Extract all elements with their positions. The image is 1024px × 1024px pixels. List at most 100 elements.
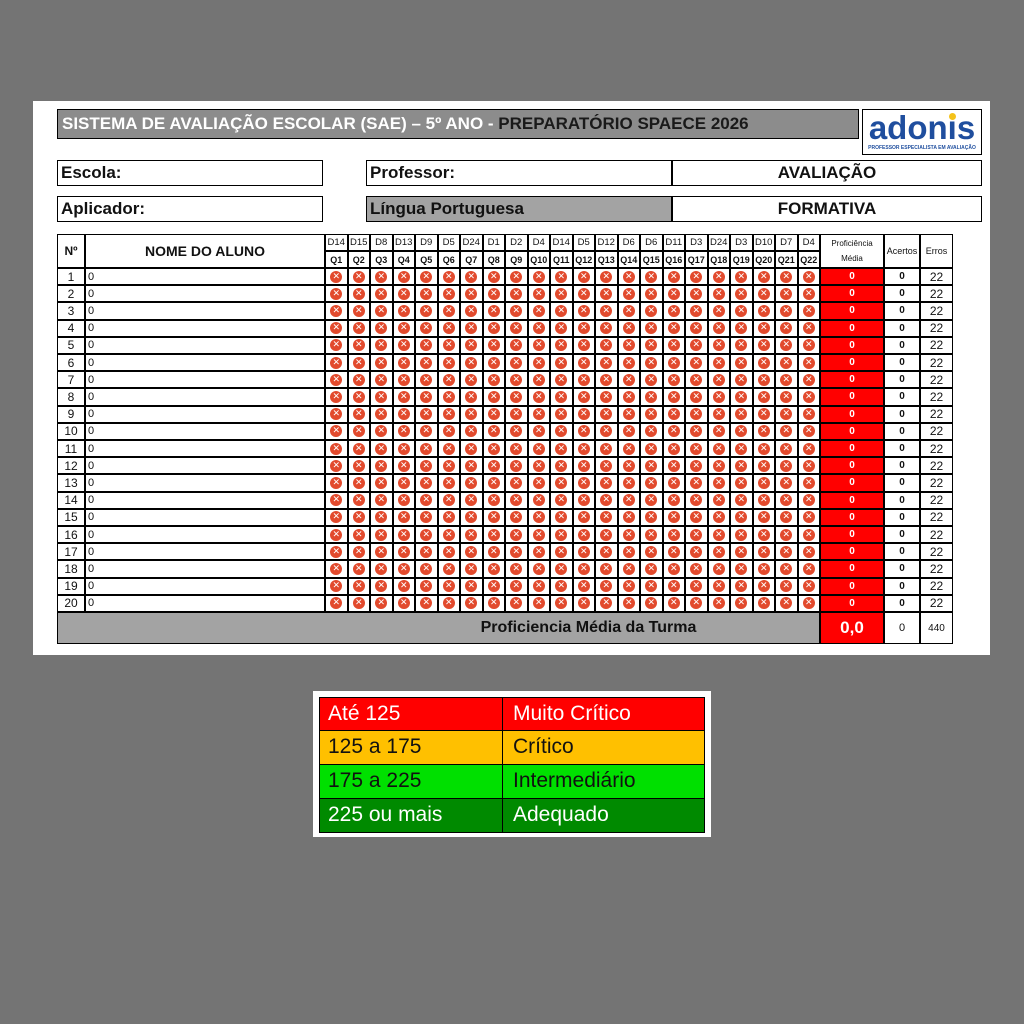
answer-cell[interactable]: ✕ xyxy=(730,508,753,526)
answer-cell[interactable]: ✕ xyxy=(437,268,460,286)
answer-cell[interactable]: ✕ xyxy=(775,526,798,544)
student-name-cell[interactable]: 0 xyxy=(85,285,325,303)
answer-cell[interactable]: ✕ xyxy=(527,560,550,578)
answer-cell[interactable]: ✕ xyxy=(572,508,595,526)
answer-cell[interactable]: ✕ xyxy=(595,577,618,595)
answer-cell[interactable]: ✕ xyxy=(617,319,640,337)
answer-cell[interactable]: ✕ xyxy=(325,440,348,458)
student-name-cell[interactable]: 0 xyxy=(85,526,325,544)
answer-cell[interactable]: ✕ xyxy=(707,268,730,286)
answer-cell[interactable]: ✕ xyxy=(392,508,415,526)
answer-cell[interactable]: ✕ xyxy=(662,577,685,595)
answer-cell[interactable]: ✕ xyxy=(595,285,618,303)
answer-cell[interactable]: ✕ xyxy=(460,560,483,578)
answer-cell[interactable]: ✕ xyxy=(775,422,798,440)
answer-cell[interactable]: ✕ xyxy=(572,302,595,320)
answer-cell[interactable]: ✕ xyxy=(595,422,618,440)
answer-cell[interactable]: ✕ xyxy=(730,526,753,544)
answer-cell[interactable]: ✕ xyxy=(707,577,730,595)
answer-cell[interactable]: ✕ xyxy=(617,526,640,544)
answer-cell[interactable]: ✕ xyxy=(640,474,663,492)
answer-cell[interactable]: ✕ xyxy=(325,543,348,561)
answer-cell[interactable]: ✕ xyxy=(460,302,483,320)
answer-cell[interactable]: ✕ xyxy=(617,577,640,595)
answer-cell[interactable]: ✕ xyxy=(617,336,640,354)
answer-cell[interactable]: ✕ xyxy=(370,319,393,337)
answer-cell[interactable]: ✕ xyxy=(752,474,775,492)
answer-cell[interactable]: ✕ xyxy=(572,491,595,509)
answer-cell[interactable]: ✕ xyxy=(617,422,640,440)
answer-cell[interactable]: ✕ xyxy=(482,543,505,561)
answer-cell[interactable]: ✕ xyxy=(415,302,438,320)
aplicador-field[interactable]: Aplicador: xyxy=(57,196,323,222)
answer-cell[interactable]: ✕ xyxy=(752,422,775,440)
answer-cell[interactable]: ✕ xyxy=(415,336,438,354)
answer-cell[interactable]: ✕ xyxy=(640,543,663,561)
answer-cell[interactable]: ✕ xyxy=(527,440,550,458)
answer-cell[interactable]: ✕ xyxy=(392,371,415,389)
answer-cell[interactable]: ✕ xyxy=(572,354,595,372)
answer-cell[interactable]: ✕ xyxy=(392,474,415,492)
answer-cell[interactable]: ✕ xyxy=(527,526,550,544)
answer-cell[interactable]: ✕ xyxy=(325,302,348,320)
answer-cell[interactable]: ✕ xyxy=(370,560,393,578)
answer-cell[interactable]: ✕ xyxy=(662,508,685,526)
answer-cell[interactable]: ✕ xyxy=(550,422,573,440)
answer-cell[interactable]: ✕ xyxy=(392,577,415,595)
answer-cell[interactable]: ✕ xyxy=(392,268,415,286)
answer-cell[interactable]: ✕ xyxy=(595,474,618,492)
answer-cell[interactable]: ✕ xyxy=(662,491,685,509)
answer-cell[interactable]: ✕ xyxy=(437,405,460,423)
answer-cell[interactable]: ✕ xyxy=(460,543,483,561)
answer-cell[interactable]: ✕ xyxy=(415,543,438,561)
answer-cell[interactable]: ✕ xyxy=(595,388,618,406)
answer-cell[interactable]: ✕ xyxy=(685,285,708,303)
answer-cell[interactable]: ✕ xyxy=(482,302,505,320)
answer-cell[interactable]: ✕ xyxy=(752,577,775,595)
answer-cell[interactable]: ✕ xyxy=(685,508,708,526)
answer-cell[interactable]: ✕ xyxy=(437,457,460,475)
answer-cell[interactable]: ✕ xyxy=(662,268,685,286)
answer-cell[interactable]: ✕ xyxy=(415,457,438,475)
answer-cell[interactable]: ✕ xyxy=(347,543,370,561)
answer-cell[interactable]: ✕ xyxy=(685,543,708,561)
answer-cell[interactable]: ✕ xyxy=(707,491,730,509)
answer-cell[interactable]: ✕ xyxy=(550,543,573,561)
answer-cell[interactable]: ✕ xyxy=(415,319,438,337)
student-name-cell[interactable]: 0 xyxy=(85,268,325,286)
answer-cell[interactable]: ✕ xyxy=(325,422,348,440)
answer-cell[interactable]: ✕ xyxy=(505,491,528,509)
answer-cell[interactable]: ✕ xyxy=(370,594,393,612)
answer-cell[interactable]: ✕ xyxy=(347,336,370,354)
answer-cell[interactable]: ✕ xyxy=(437,594,460,612)
answer-cell[interactable]: ✕ xyxy=(392,354,415,372)
answer-cell[interactable]: ✕ xyxy=(437,508,460,526)
answer-cell[interactable]: ✕ xyxy=(550,285,573,303)
answer-cell[interactable]: ✕ xyxy=(775,543,798,561)
answer-cell[interactable]: ✕ xyxy=(347,526,370,544)
answer-cell[interactable]: ✕ xyxy=(685,388,708,406)
answer-cell[interactable]: ✕ xyxy=(775,268,798,286)
answer-cell[interactable]: ✕ xyxy=(685,577,708,595)
answer-cell[interactable]: ✕ xyxy=(685,594,708,612)
answer-cell[interactable]: ✕ xyxy=(685,336,708,354)
answer-cell[interactable]: ✕ xyxy=(527,371,550,389)
answer-cell[interactable]: ✕ xyxy=(482,405,505,423)
answer-cell[interactable]: ✕ xyxy=(505,319,528,337)
answer-cell[interactable]: ✕ xyxy=(415,594,438,612)
answer-cell[interactable]: ✕ xyxy=(617,474,640,492)
answer-cell[interactable]: ✕ xyxy=(730,319,753,337)
student-name-cell[interactable]: 0 xyxy=(85,457,325,475)
answer-cell[interactable]: ✕ xyxy=(572,422,595,440)
answer-cell[interactable]: ✕ xyxy=(617,371,640,389)
answer-cell[interactable]: ✕ xyxy=(550,371,573,389)
answer-cell[interactable]: ✕ xyxy=(662,371,685,389)
answer-cell[interactable]: ✕ xyxy=(482,526,505,544)
answer-cell[interactable]: ✕ xyxy=(640,594,663,612)
answer-cell[interactable]: ✕ xyxy=(775,302,798,320)
answer-cell[interactable]: ✕ xyxy=(640,388,663,406)
answer-cell[interactable]: ✕ xyxy=(640,354,663,372)
answer-cell[interactable]: ✕ xyxy=(797,388,820,406)
answer-cell[interactable]: ✕ xyxy=(415,474,438,492)
answer-cell[interactable]: ✕ xyxy=(505,388,528,406)
